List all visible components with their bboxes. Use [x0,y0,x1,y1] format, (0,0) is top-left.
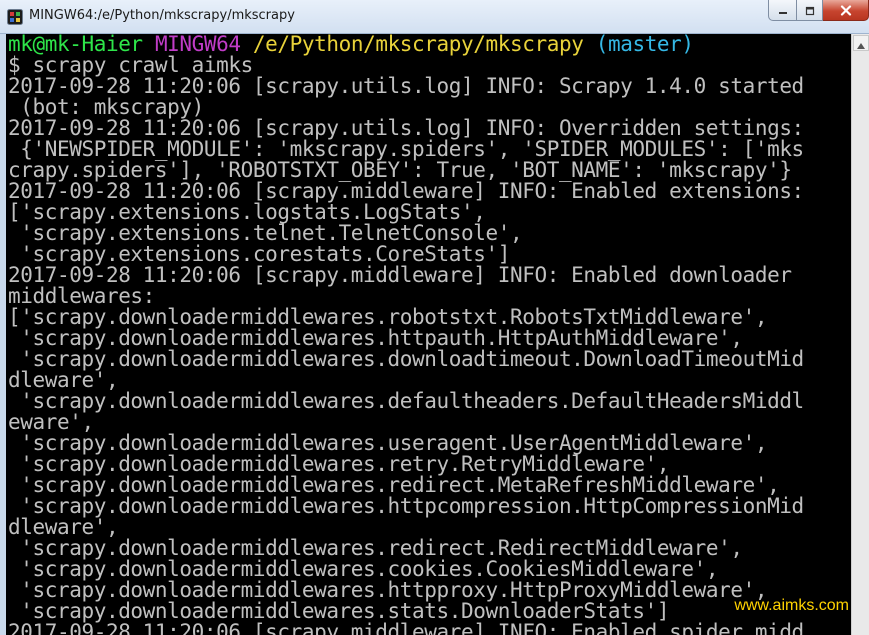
minimize-icon [778,1,788,20]
output-line: 'scrapy.downloadermiddlewares.stats.Down… [8,599,670,623]
scroll-up-button[interactable] [853,35,869,51]
output-line: 'scrapy.downloadermiddlewares.httpauth.H… [8,326,743,350]
close-icon [840,1,852,20]
terminal-window: MINGW64:/e/Python/mkscrapy/mkscrapy mk@m… [0,0,869,635]
output-line: {'NEWSPIDER_MODULE': 'mkscrapy.spiders',… [8,137,804,161]
window-controls [768,0,869,22]
output-line: 'scrapy.extensions.telnet.TelnetConsole'… [8,221,523,245]
output-line: 'scrapy.downloadermiddlewares.cookies.Co… [8,557,719,581]
maximize-button[interactable] [797,0,823,21]
output-line: dleware', [8,368,119,392]
output-line: (bot: mkscrapy) [8,95,204,119]
output-line: 'scrapy.downloadermiddlewares.httpproxy.… [8,578,768,602]
output-line: 'scrapy.extensions.corestats.CoreStats'] [8,242,510,266]
command-line: $ scrapy crawl aimks [8,53,253,77]
command-output: $ scrapy crawl aimks 2017-09-28 11:20:06 … [8,55,804,635]
output-line: middlewares: [8,284,155,308]
title-bar[interactable]: MINGW64:/e/Python/mkscrapy/mkscrapy [0,0,869,34]
output-line: 2017-09-28 11:20:06 [scrapy.middleware] … [8,179,804,203]
output-line: 'scrapy.downloadermiddlewares.redirect.M… [8,473,780,497]
output-line: dleware', [8,515,119,539]
output-line: 'scrapy.downloadermiddlewares.httpcompre… [8,494,804,518]
terminal-lines: mk@mk-Haier MINGW64 /e/Python/mkscrapy/m… [8,34,804,635]
output-line: eware', [8,410,94,434]
prompt-line: mk@mk-Haier MINGW64 /e/Python/mkscrapy/m… [8,34,804,55]
scroll-up-arrow-icon [857,34,865,53]
window-title: MINGW64:/e/Python/mkscrapy/mkscrapy [29,8,295,23]
output-line: 2017-09-28 11:20:06 [scrapy.utils.log] I… [8,116,804,140]
output-line: 'scrapy.downloadermiddlewares.useragent.… [8,431,768,455]
minimize-button[interactable] [768,0,797,21]
mingw-app-icon[interactable] [7,9,23,25]
output-line: crapy.spiders'], 'ROBOTSTXT_OBEY': True,… [8,158,792,182]
output-line: 'scrapy.downloadermiddlewares.downloadti… [8,347,804,371]
output-line: 'scrapy.downloadermiddlewares.retry.Retr… [8,452,670,476]
output-line: 2017-09-28 11:20:06 [scrapy.utils.log] I… [8,74,804,98]
maximize-icon [805,1,815,20]
prompt-branch: (master) [595,34,694,56]
vertical-scrollbar[interactable] [851,34,869,635]
prompt-path: /e/Python/mkscrapy/mkscrapy [252,34,584,56]
terminal-content[interactable]: mk@mk-Haier MINGW64 /e/Python/mkscrapy/m… [6,34,851,635]
watermark-text: www.aimks.com [734,597,849,614]
output-line: 'scrapy.downloadermiddlewares.defaulthea… [8,389,804,413]
output-line: ['scrapy.downloadermiddlewares.robotstxt… [8,305,768,329]
output-line: 'scrapy.downloadermiddlewares.redirect.R… [8,536,743,560]
output-line: 2017-09-28 11:20:06 [scrapy.middleware] … [8,263,792,287]
close-button[interactable] [823,0,869,21]
output-line: 2017-09-28 11:20:06 [scrapy.middleware] … [8,620,804,635]
output-line: ['scrapy.extensions.logstats.LogStats', [8,200,486,224]
